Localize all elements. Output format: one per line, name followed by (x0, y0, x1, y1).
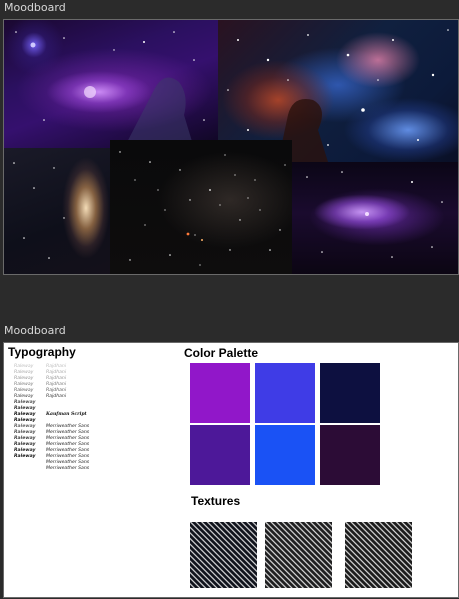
color-swatch[interactable] (320, 425, 380, 485)
color-swatch[interactable] (190, 425, 250, 485)
color-palette-heading: Color Palette (184, 346, 259, 360)
color-swatch[interactable] (320, 363, 380, 423)
typography-heading: Typography (8, 345, 76, 359)
texture-sample[interactable] (345, 522, 412, 588)
purple-nebula-stars (15, 31, 205, 148)
violet-nebula-image[interactable] (292, 162, 458, 274)
starfield-stars (119, 151, 286, 266)
moodboard-image-board[interactable] (3, 19, 459, 275)
secondary-font-sample: Merriweather Sans (46, 466, 90, 471)
color-swatch[interactable] (255, 425, 315, 485)
violet-nebula-stars (306, 171, 443, 258)
texture-sample[interactable] (190, 522, 257, 588)
galaxy-image[interactable] (4, 148, 110, 274)
style-guide-board[interactable]: Typography Raleway Rajdhani Raleway Rajdhan… (3, 342, 459, 598)
moodboard-title: Moodboard (4, 1, 66, 14)
purple-nebula-image[interactable] (4, 20, 218, 148)
color-swatch[interactable] (255, 363, 315, 423)
textures-heading: Textures (191, 494, 241, 508)
typography-font-list: Raleway Rajdhani Raleway Rajdhani Raleway Raj… (14, 364, 89, 472)
secondary-font-sample: Rajdhani (46, 394, 67, 399)
typography-sample-row: Merriweather Sans (14, 466, 89, 472)
secondary-font-sample: Kaufman Script (46, 412, 87, 417)
galaxy-stars (13, 162, 65, 259)
texture-sample[interactable] (265, 522, 332, 588)
color-swatch[interactable] (190, 363, 250, 423)
moodboard-title-2: Moodboard (4, 324, 66, 337)
starfield-image[interactable] (110, 140, 292, 274)
